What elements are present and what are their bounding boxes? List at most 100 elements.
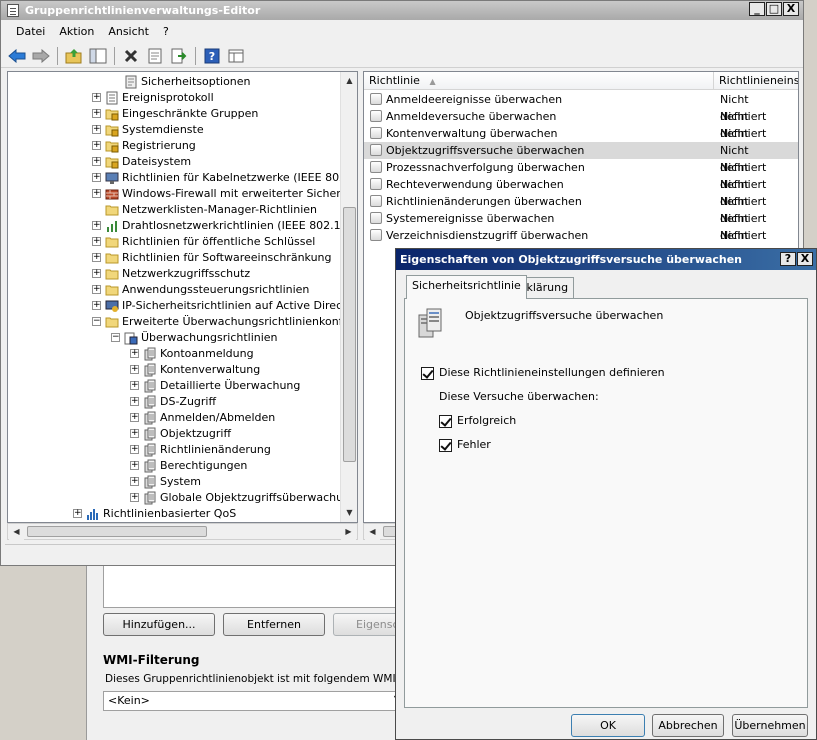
tree-item[interactable]: + Objektzugriff <box>8 426 338 442</box>
export-icon[interactable] <box>169 46 189 66</box>
properties-icon[interactable] <box>145 46 165 66</box>
tree-item[interactable]: + Windows-Firewall mit erweiterter Sicher… <box>8 186 357 202</box>
expand-icon[interactable]: + <box>92 221 101 230</box>
expand-icon[interactable]: + <box>92 173 101 182</box>
tree-item[interactable]: + Drahtlosnetzwerkrichtlinien (IEEE 802.1… <box>8 218 352 234</box>
back-icon[interactable] <box>7 46 27 66</box>
scroll-thumb[interactable] <box>343 207 356 462</box>
tree-vertical-scrollbar[interactable]: ▲ ▼ <box>340 72 357 522</box>
forward-icon[interactable] <box>31 46 51 66</box>
scroll-left-arrow-icon[interactable]: ◀ <box>365 524 380 540</box>
help-icon[interactable]: ? <box>202 46 222 66</box>
up-folder-icon[interactable] <box>64 46 84 66</box>
list-row[interactable]: Anmeldeversuche überwachen Nicht definier… <box>364 108 798 140</box>
maximize-button[interactable]: □ <box>766 2 782 16</box>
expand-icon[interactable]: + <box>92 237 101 246</box>
scroll-left-arrow-icon[interactable]: ◀ <box>9 524 24 540</box>
expand-icon[interactable]: + <box>92 285 101 294</box>
tree-item[interactable]: + Globale Objektzugriffsüberwachung <box>8 490 357 506</box>
expand-icon[interactable]: + <box>92 93 101 102</box>
success-checkbox[interactable] <box>439 415 452 428</box>
expand-icon[interactable]: + <box>92 301 101 310</box>
expand-icon[interactable]: + <box>73 509 82 518</box>
menu-ansicht[interactable]: Ansicht <box>101 22 156 42</box>
tree-item[interactable]: + Richtlinien für Kabelnetzwerke (IEEE 80… <box>8 170 357 186</box>
tree-item[interactable]: + Kontenverwaltung <box>8 362 338 378</box>
failure-checkbox[interactable] <box>439 439 452 452</box>
tree-item[interactable]: Netzwerklisten-Manager-Richtlinien <box>8 202 338 218</box>
menu-help[interactable]: ? <box>156 22 176 42</box>
tree-item[interactable]: + Anmelden/Abmelden <box>8 410 338 426</box>
tree-horizontal-scrollbar[interactable]: ◀ ▶ <box>7 523 358 540</box>
tree-item[interactable]: + Anwendungssteuerungsrichtlinien <box>8 282 338 298</box>
collapse-icon[interactable]: − <box>111 333 120 342</box>
menu-aktion[interactable]: Aktion <box>52 22 101 42</box>
show-hide-tree-icon[interactable] <box>88 46 108 66</box>
expand-icon[interactable]: + <box>130 461 139 470</box>
list-row[interactable]: Anmeldeereignisse überwachen Nicht defini… <box>364 91 798 123</box>
list-row[interactable]: Verzeichnisdienstzugriff überwachen Nicht… <box>364 227 798 259</box>
title-bar[interactable]: Gruppenrichtlinienverwaltungs-Editor _ □… <box>1 1 803 20</box>
tree-item[interactable]: + Systemdienste <box>8 122 338 138</box>
security-filter-list[interactable] <box>103 566 403 608</box>
tree-item[interactable]: + Berechtigungen <box>8 458 338 474</box>
console-tree[interactable]: Sicherheitsoptionen + Ereignisprotokoll + Ei… <box>7 71 358 523</box>
list-row[interactable]: Objektzugriffsversuche überwachen Nicht d… <box>364 142 798 174</box>
expand-icon[interactable]: + <box>130 445 139 454</box>
tab-sicherheitsrichtlinie[interactable]: Sicherheitsrichtlinie <box>406 275 527 299</box>
menu-datei[interactable]: Datei <box>9 22 52 42</box>
tree-item[interactable]: + Dateisystem <box>8 154 338 170</box>
wmi-filter-select[interactable]: <Kein> ▼ <box>103 691 403 711</box>
add-button[interactable]: Hinzufügen... <box>103 613 215 636</box>
tree-item[interactable]: + Detaillierte Überwachung <box>8 378 338 394</box>
expand-icon[interactable]: + <box>92 141 101 150</box>
cancel-button[interactable]: Abbrechen <box>652 714 724 737</box>
expand-icon[interactable]: + <box>92 157 101 166</box>
tree-item[interactable]: + Richtlinien für öffentliche Schlüssel <box>8 234 338 250</box>
expand-icon[interactable]: + <box>130 381 139 390</box>
tree-item[interactable]: + Kontoanmeldung <box>8 346 338 362</box>
tree-item[interactable]: − Erweiterte Überwachungsrichtlinienkonfi… <box>8 314 357 330</box>
expand-icon[interactable]: + <box>92 109 101 118</box>
expand-icon[interactable]: + <box>130 365 139 374</box>
column-header-setting[interactable]: Richtlinieneinstel <box>714 72 798 90</box>
tree-item[interactable]: + Richtlinienänderung <box>8 442 338 458</box>
expand-icon[interactable]: + <box>130 349 139 358</box>
ok-button[interactable]: OK <box>571 714 645 737</box>
list-row[interactable]: Prozessnachverfolgung überwachen Nicht de… <box>364 159 798 191</box>
tree-item[interactable]: + Ereignisprotokoll <box>8 90 338 106</box>
expand-icon[interactable]: + <box>92 189 101 198</box>
dialog-title-bar[interactable]: Eigenschaften von Objektzugriffsversuche… <box>396 249 816 270</box>
tree-item[interactable]: + Netzwerkzugriffsschutz <box>8 266 338 282</box>
tree-item[interactable]: + Richtlinienbasierter QoS <box>8 506 338 522</box>
tree-item[interactable]: + DS-Zugriff <box>8 394 338 410</box>
close-button[interactable]: X <box>783 2 799 16</box>
tree-item[interactable]: Sicherheitsoptionen <box>8 74 338 90</box>
help-button[interactable]: ? <box>780 252 796 266</box>
expand-icon[interactable]: + <box>130 493 139 502</box>
list-row[interactable]: Richtlinienänderungen überwachen Nicht de… <box>364 193 798 225</box>
tree-item[interactable]: + Richtlinien für Softwareeinschränkung <box>8 250 338 266</box>
minimize-button[interactable]: _ <box>749 2 765 16</box>
tree-item[interactable]: + Eingeschränkte Gruppen <box>8 106 338 122</box>
tree-item[interactable]: + Registrierung <box>8 138 338 154</box>
scroll-down-arrow-icon[interactable]: ▼ <box>342 505 357 521</box>
scroll-thumb[interactable] <box>27 526 207 537</box>
expand-icon[interactable]: + <box>130 397 139 406</box>
expand-icon[interactable]: + <box>92 253 101 262</box>
delete-icon[interactable] <box>121 46 141 66</box>
dialog-close-button[interactable]: X <box>797 252 813 266</box>
remove-button[interactable]: Entfernen <box>223 613 325 636</box>
tree-item[interactable]: + System <box>8 474 338 490</box>
scroll-up-arrow-icon[interactable]: ▲ <box>342 73 357 89</box>
list-row[interactable]: Rechteverwendung überwachen Nicht definie… <box>364 176 798 208</box>
column-header-policy[interactable]: Richtlinie ▲ <box>364 72 714 90</box>
list-row[interactable]: Kontenverwaltung überwachenNicht definie… <box>364 125 798 157</box>
list-row[interactable]: Systemereignisse überwachen Nicht definie… <box>364 210 798 242</box>
tree-item[interactable]: + IP-Sicherheitsrichtlinien auf Active Di… <box>8 298 357 314</box>
expand-icon[interactable]: + <box>130 429 139 438</box>
details-view-icon[interactable] <box>226 46 246 66</box>
expand-icon[interactable]: + <box>130 413 139 422</box>
collapse-icon[interactable]: − <box>92 317 101 326</box>
expand-icon[interactable]: + <box>130 477 139 486</box>
